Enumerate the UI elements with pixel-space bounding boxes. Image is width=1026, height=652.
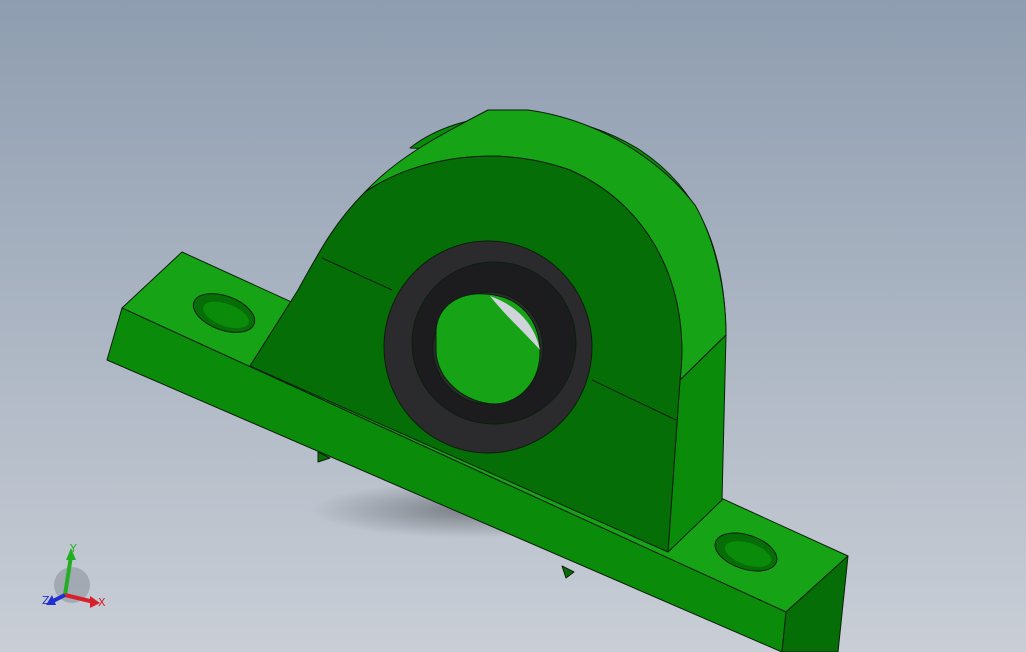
graphics-viewport[interactable]: Y X Z bbox=[0, 0, 1026, 652]
triad-z-label: Z bbox=[42, 594, 50, 607]
triad-y-label: Y bbox=[69, 542, 77, 555]
triad-x-label: X bbox=[98, 596, 106, 609]
model-canvas[interactable]: Y X Z bbox=[0, 0, 1026, 652]
